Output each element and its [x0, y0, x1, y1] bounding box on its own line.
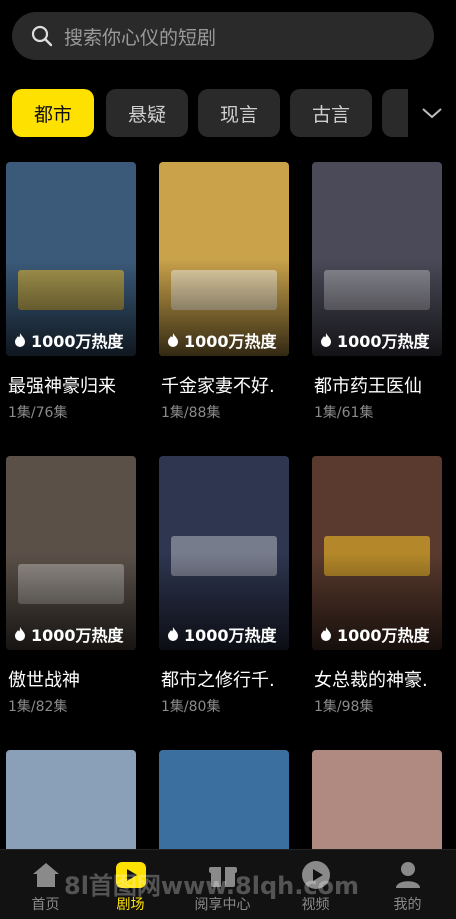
tab-dushi[interactable]: 都市 — [12, 89, 94, 137]
drama-grid: 1000万热度 最强神豪归来 1集/76集 1000万热度 千金家妻不好. 1集… — [0, 160, 456, 850]
drama-poster: 1000万热度 — [312, 162, 442, 356]
flame-icon — [321, 627, 331, 641]
drama-title: 都市之修行千. — [161, 670, 275, 691]
drama-title: 女总裁的神豪. — [314, 670, 428, 691]
flame-icon — [321, 333, 331, 347]
person-icon — [392, 860, 424, 890]
watermark-text: 8l首图网www.8lqh.com — [64, 872, 360, 900]
heat-badge: 1000万热度 — [319, 328, 430, 352]
nav-profile[interactable]: 我的 — [362, 850, 453, 919]
search-icon — [31, 25, 53, 47]
drama-poster — [159, 750, 289, 850]
drama-poster — [6, 750, 136, 850]
drama-poster: 1000万热度 — [159, 162, 289, 356]
category-tabs: 都市 悬疑 现言 古言 — [12, 89, 456, 137]
tabs-expand-button[interactable] — [408, 89, 456, 137]
drama-title: 傲世战神 — [8, 670, 80, 691]
drama-episodes: 1集/76集 — [8, 405, 68, 421]
flame-icon — [15, 333, 25, 347]
drama-title: 都市药王医仙 — [314, 376, 422, 397]
drama-title: 千金家妻不好. — [161, 376, 275, 397]
drama-episodes: 1集/61集 — [314, 405, 374, 421]
drama-poster — [312, 750, 442, 850]
drama-title: 最强神豪归来 — [8, 376, 116, 397]
tab-xianyan[interactable]: 现言 — [198, 89, 280, 137]
drama-episodes: 1集/80集 — [161, 699, 221, 715]
drama-episodes: 1集/88集 — [161, 405, 221, 421]
drama-poster: 1000万热度 — [6, 456, 136, 650]
chevron-down-icon — [422, 108, 442, 119]
tab-guyan[interactable]: 古言 — [290, 89, 372, 137]
search-bar[interactable]: 搜索你心仪的短剧 — [12, 12, 434, 60]
heat-badge: 1000万热度 — [166, 328, 277, 352]
drama-poster: 1000万热度 — [6, 162, 136, 356]
heat-badge: 1000万热度 — [13, 328, 124, 352]
search-placeholder: 搜索你心仪的短剧 — [64, 26, 217, 49]
drama-episodes: 1集/82集 — [8, 699, 68, 715]
heat-badge: 1000万热度 — [13, 622, 124, 646]
drama-episodes: 1集/98集 — [314, 699, 374, 715]
flame-icon — [168, 627, 178, 641]
flame-icon — [15, 627, 25, 641]
heat-badge: 1000万热度 — [166, 622, 277, 646]
tab-xuanyi[interactable]: 悬疑 — [106, 89, 188, 137]
heat-badge: 1000万热度 — [319, 622, 430, 646]
flame-icon — [168, 333, 178, 347]
drama-poster: 1000万热度 — [312, 456, 442, 650]
nav-label: 我的 — [393, 897, 422, 913]
drama-poster: 1000万热度 — [159, 456, 289, 650]
home-icon — [30, 860, 62, 890]
